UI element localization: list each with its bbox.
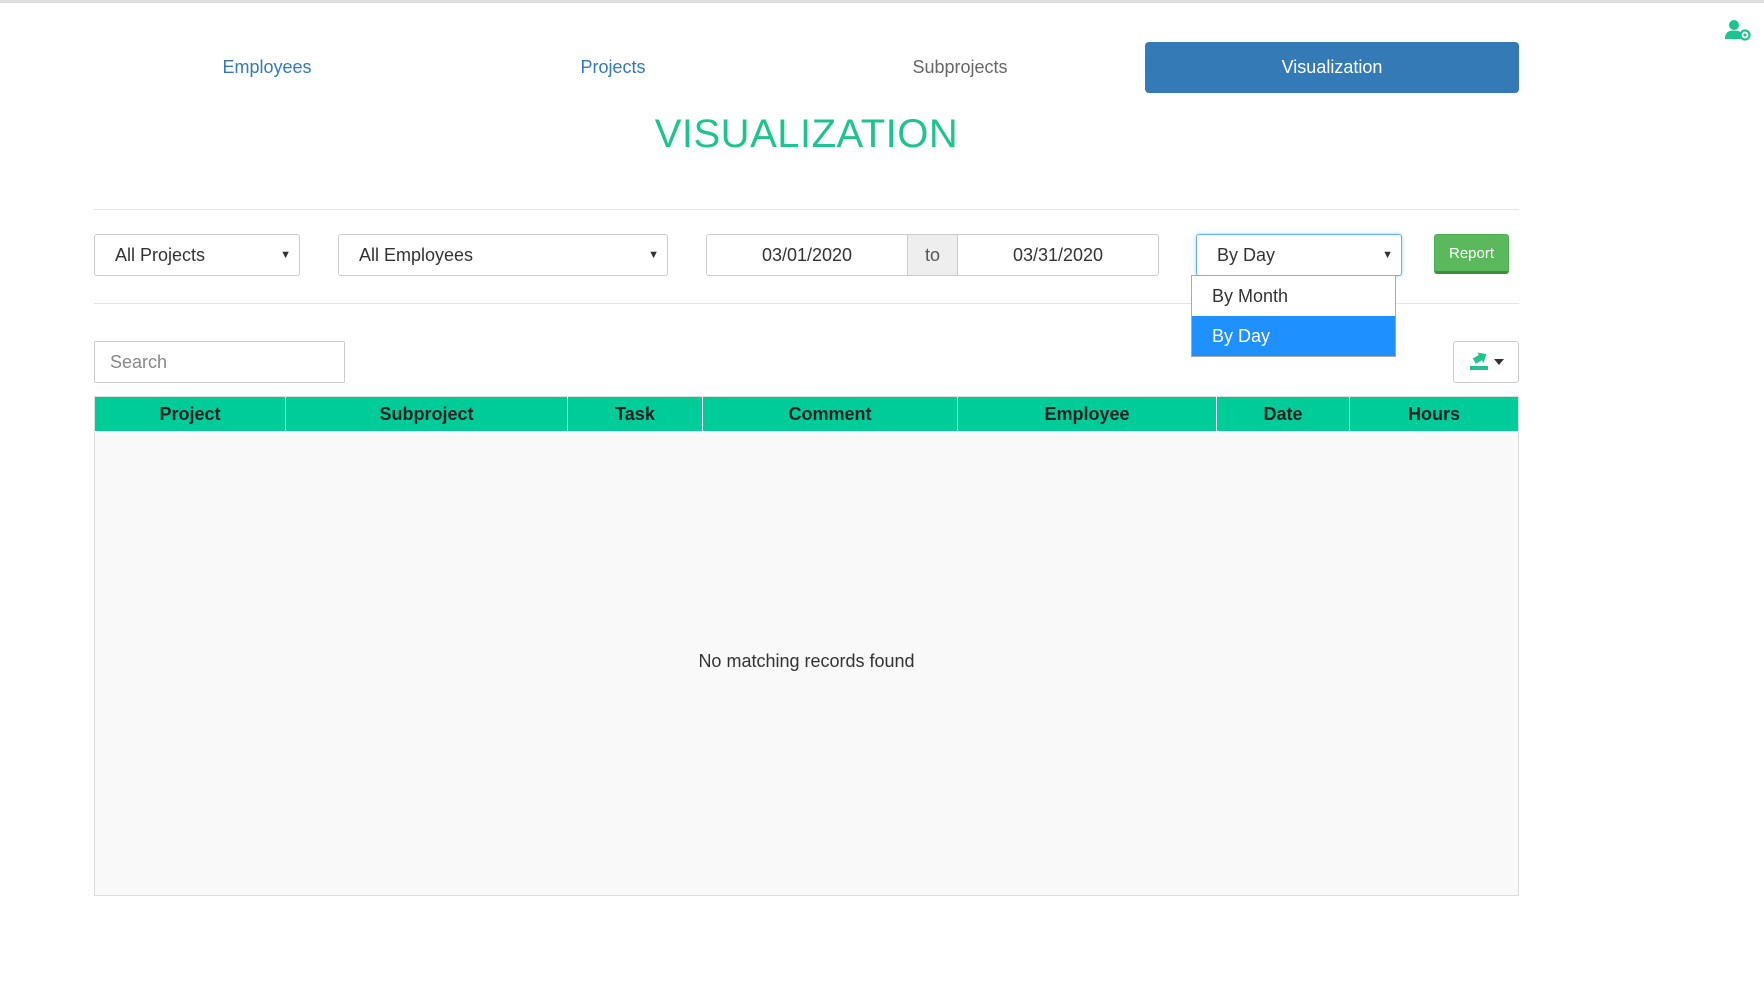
caret-down-icon: ▼ [648, 249, 659, 261]
option-by-month[interactable]: By Month [1192, 276, 1395, 316]
date-range-separator: to [908, 234, 957, 276]
employee-select-value: All Employees [359, 245, 474, 265]
search-input[interactable] [94, 341, 345, 383]
tab-employees[interactable]: Employees [94, 42, 440, 93]
tab-projects[interactable]: Projects [440, 42, 786, 93]
option-by-day[interactable]: By Day [1192, 316, 1395, 356]
table-header: Project Subproject Task Comment Employee… [95, 397, 1518, 431]
granularity-select-value: By Day [1217, 245, 1276, 265]
column-header-employee[interactable]: Employee [958, 397, 1217, 431]
empty-table-message: No matching records found [698, 651, 915, 671]
date-to-input[interactable]: 03/31/2020 [957, 234, 1159, 276]
top-border [0, 0, 1764, 3]
tab-visualization[interactable]: Visualization [1145, 42, 1519, 93]
records-table: Project Subproject Task Comment Employee… [94, 396, 1519, 896]
export-icon [1470, 352, 1488, 370]
project-select-value: All Projects [115, 245, 206, 265]
column-header-project[interactable]: Project [95, 397, 286, 431]
caret-down-icon: ▼ [280, 249, 291, 261]
main-nav: Employees Projects Subprojects Visualiza… [94, 42, 1519, 93]
tab-subprojects[interactable]: Subprojects [786, 42, 1134, 93]
employee-select[interactable]: All Employees ▼ [338, 234, 668, 276]
column-header-date[interactable]: Date [1217, 397, 1350, 431]
user-settings-icon[interactable] [1724, 16, 1752, 44]
granularity-select[interactable]: By Day ▼ [1196, 234, 1402, 276]
date-from-input[interactable]: 03/01/2020 [706, 234, 908, 276]
divider-top [94, 209, 1519, 210]
export-button[interactable] [1453, 341, 1519, 383]
column-header-hours[interactable]: Hours [1350, 397, 1518, 431]
caret-down-icon: ▼ [1382, 249, 1393, 261]
granularity-dropdown-list: By Month By Day [1191, 275, 1396, 357]
project-select[interactable]: All Projects ▼ [94, 234, 300, 276]
column-header-task[interactable]: Task [568, 397, 703, 431]
chevron-down-icon [1494, 359, 1504, 365]
column-header-comment[interactable]: Comment [703, 397, 958, 431]
column-header-subproject[interactable]: Subproject [286, 397, 568, 431]
report-button[interactable]: Report [1434, 234, 1509, 274]
page-title: VISUALIZATION [654, 112, 959, 156]
